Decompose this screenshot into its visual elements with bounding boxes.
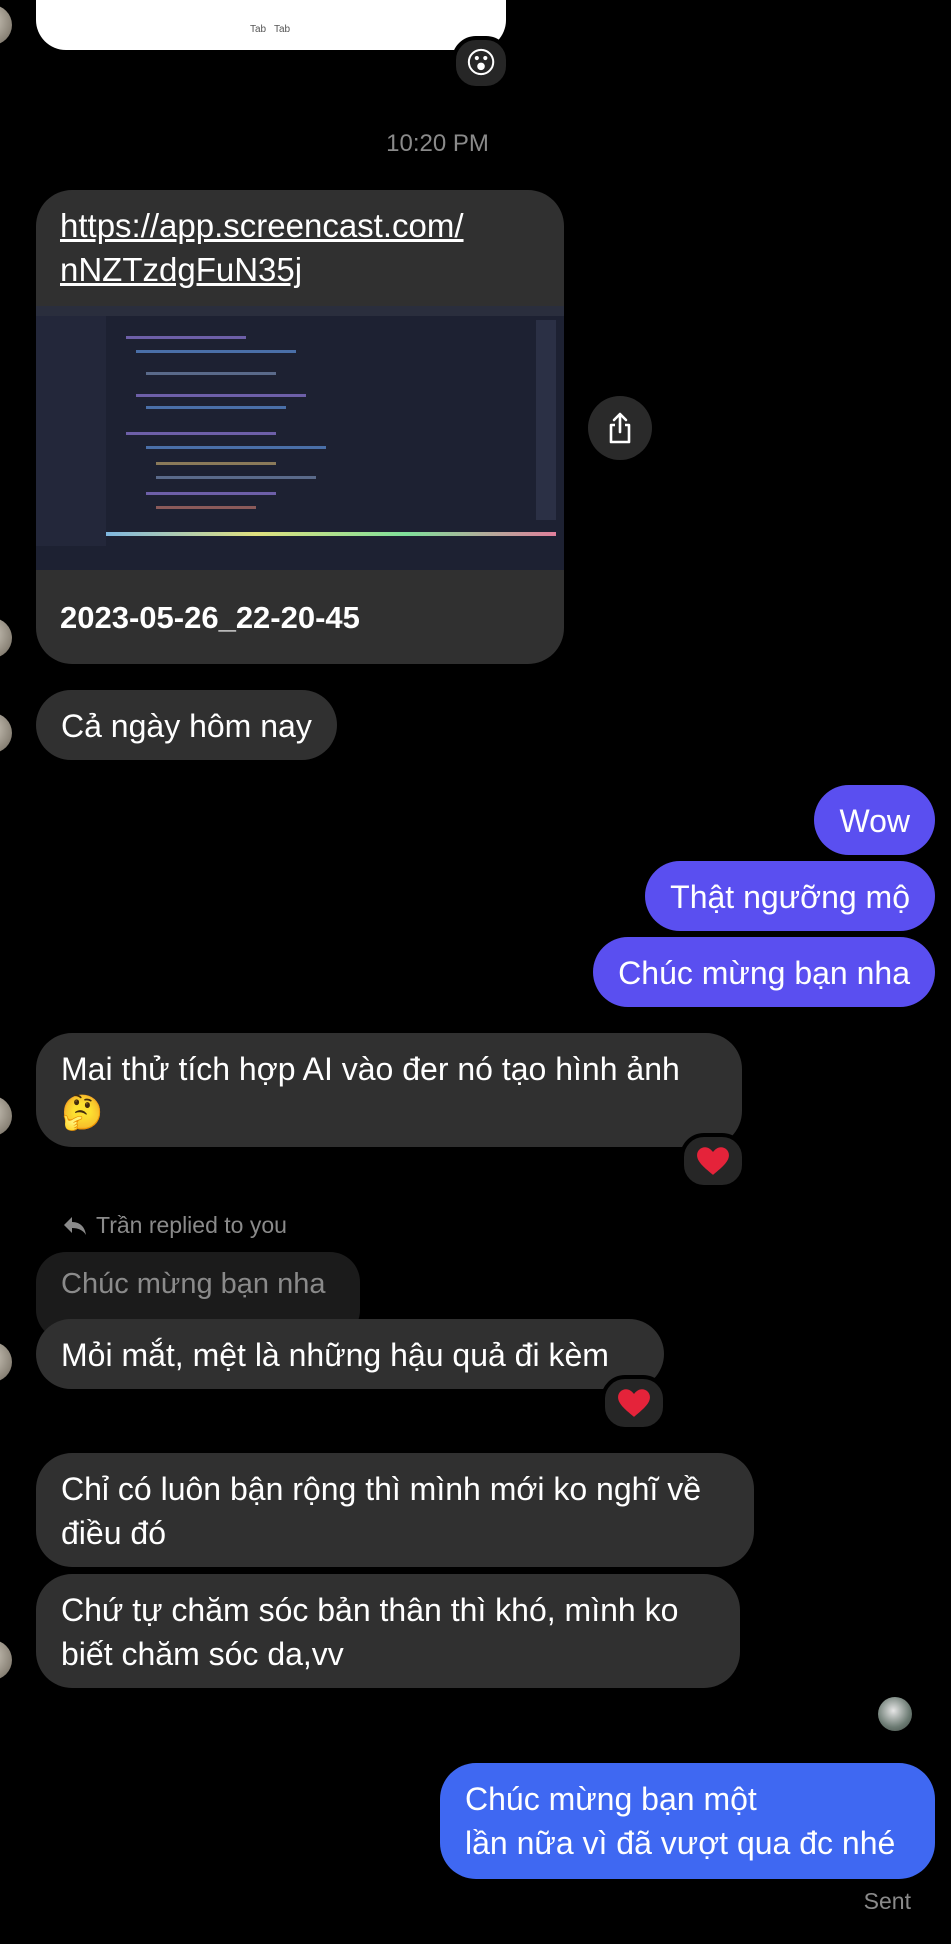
reaction-heart[interactable]	[680, 1133, 746, 1189]
reply-arrow-icon	[64, 1216, 86, 1235]
thumbnail-code-line	[136, 394, 306, 397]
message-text: Mai thử tích hợp AI vào đer nó tạo hình …	[61, 1051, 680, 1087]
timestamp: 10:20 PM	[386, 130, 489, 157]
message-bubble-incoming[interactable]: Mỏi mắt, mệt là những hậu quả đi kèm	[36, 1319, 664, 1389]
link-title: 2023-05-26_22-20-45	[60, 600, 360, 635]
avatar[interactable]	[0, 1342, 12, 1382]
link-thumbnail[interactable]	[36, 306, 564, 570]
thumbnail-code-line	[156, 462, 276, 465]
thumbnail-code-line	[126, 336, 246, 339]
heart-icon	[618, 1389, 650, 1417]
tab-label: Tab	[250, 24, 267, 35]
heart-icon	[697, 1147, 729, 1175]
message-bubble-outgoing[interactable]: Wow	[814, 785, 935, 855]
message-bubble-outgoing[interactable]: Chúc mừng bạn nha	[593, 937, 935, 1007]
thumbnail-minimap	[536, 320, 556, 520]
wow-emoji-icon: 😮	[465, 46, 497, 80]
thumbnail-code-line	[156, 476, 316, 479]
avatar[interactable]	[0, 5, 12, 45]
tab-label: Tab	[274, 24, 291, 35]
reaction-wow[interactable]: 😮	[452, 36, 510, 90]
thumbnail-code-line	[136, 350, 296, 353]
thumbnail-code-line	[156, 506, 256, 509]
link-preview-card[interactable]: https://app.screencast.com/ nNZTzdgFuN35…	[36, 190, 564, 664]
shared-image-card-top[interactable]: Tab Tab	[36, 0, 506, 50]
avatar[interactable]	[0, 1640, 12, 1680]
read-receipt-avatar	[878, 1697, 912, 1731]
message-bubble-incoming[interactable]: Chỉ có luôn bận rộng thì mình mới ko ngh…	[36, 1453, 754, 1567]
thinking-emoji: 🤔	[61, 1094, 104, 1132]
reaction-heart[interactable]	[601, 1375, 667, 1431]
avatar[interactable]	[0, 713, 12, 753]
thumbnail-top-bar	[36, 306, 564, 316]
thumbnail-terminal-bar	[106, 532, 556, 536]
share-icon	[609, 412, 631, 444]
thumbnail-sidebar	[36, 316, 106, 546]
reply-header: Trần replied to you	[62, 1212, 287, 1239]
thumbnail-code-line	[146, 406, 286, 409]
share-button[interactable]	[588, 396, 652, 460]
thumbnail-code-line	[126, 432, 276, 435]
message-bubble-outgoing[interactable]: Thật ngưỡng mộ	[645, 861, 935, 931]
thumbnail-code-line	[146, 446, 326, 449]
thumbnail-code-line	[146, 492, 276, 495]
link-url[interactable]: https://app.screencast.com/ nNZTzdgFuN35…	[60, 204, 464, 292]
message-bubble-outgoing[interactable]: Chúc mừng bạn một lần nữa vì đã vượt qua…	[440, 1763, 935, 1879]
avatar[interactable]	[0, 618, 12, 658]
message-status: Sent	[863, 1888, 911, 1914]
message-bubble-incoming[interactable]: Chứ tự chăm sóc bản thân thì khó, mình k…	[36, 1574, 740, 1688]
message-bubble-incoming[interactable]: Mai thử tích hợp AI vào đer nó tạo hình …	[36, 1033, 742, 1147]
avatar[interactable]	[0, 1096, 12, 1136]
reply-header-text: Trần replied to you	[96, 1212, 287, 1238]
thumbnail-code-line	[146, 372, 276, 375]
message-bubble-incoming[interactable]: Cả ngày hôm nay	[36, 690, 337, 760]
